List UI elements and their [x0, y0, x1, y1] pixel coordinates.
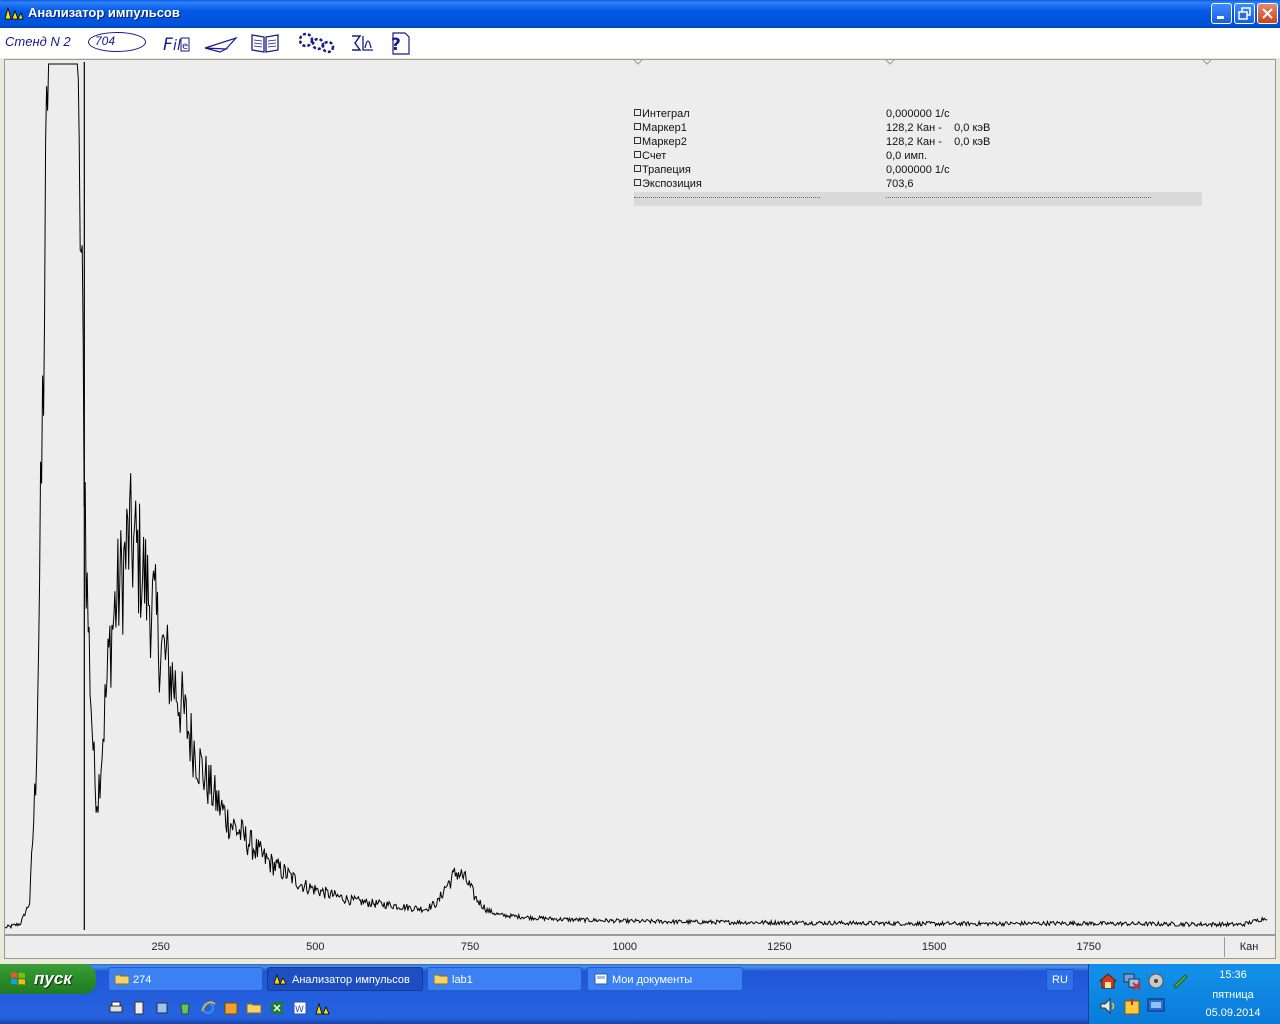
taskbar-button-label: Анализатор импульсов [292, 974, 410, 986]
info-separator [634, 192, 1202, 206]
warning-shield-icon[interactable] [1123, 997, 1141, 1015]
close-icon [1262, 8, 1273, 19]
stand-label: Стенд N 2 [5, 34, 71, 49]
app-icon [4, 6, 24, 20]
taskbar-button[interactable]: Анализатор импульсов [267, 967, 423, 991]
mobile-device-icon[interactable] [154, 1000, 170, 1016]
system-tray: 15:36 пятница 05.09.2014 [1088, 964, 1280, 1024]
svg-text:W: W [295, 1005, 304, 1015]
info-row-name: Экспозиция [634, 178, 702, 190]
x-axis-unit: Кан [1224, 937, 1273, 957]
info-row[interactable]: Маркер1 128,2 Кан - 0,0 кэВ [634, 122, 1202, 136]
column-marker[interactable] [885, 60, 895, 65]
column-marker[interactable] [1202, 60, 1212, 65]
display-settings-icon[interactable] [1147, 997, 1165, 1015]
info-row-name: Маркер2 [634, 136, 687, 148]
info-row-name: Счет [634, 150, 666, 162]
folder-icon [115, 974, 129, 985]
info-row-name: Интеграл [634, 108, 690, 120]
clock-date: 05.09.2014 [1205, 1007, 1261, 1019]
printer-icon[interactable] [108, 1000, 124, 1016]
column-marker[interactable] [633, 60, 643, 65]
taskbar-button[interactable]: 274 [108, 967, 263, 991]
clock-day: пятница [1212, 989, 1254, 1001]
file-icon[interactable]: F i l e [162, 30, 190, 56]
x-tick-label: 1750 [1076, 941, 1101, 953]
pulse-analyzer-icon[interactable] [315, 1000, 331, 1016]
window-title: Анализатор импульсов [28, 5, 180, 20]
info-row-name: Трапеция [634, 164, 691, 176]
clock-time[interactable]: 15:36 [1201, 969, 1265, 981]
info-row-value: 128,2 Кан - 0,0 кэВ [886, 136, 991, 148]
info-row-value: 0,0 имп. [886, 150, 928, 162]
restore-button[interactable] [1234, 3, 1255, 24]
word-icon[interactable]: W [292, 1000, 308, 1016]
title-bar: Анализатор импульсов [0, 0, 1280, 28]
network-disconnected-icon[interactable] [1123, 972, 1141, 990]
documents-icon [594, 973, 608, 985]
gears-icon[interactable] [296, 30, 336, 56]
close-button[interactable] [1257, 3, 1278, 24]
info-row-value: 0,000000 1/с [886, 108, 950, 120]
folder-icon[interactable] [246, 1000, 262, 1016]
volume-icon[interactable] [1099, 997, 1117, 1015]
info-row[interactable]: Экспозиция 703,6 [634, 178, 1202, 192]
counter-button[interactable]: 704 [88, 32, 146, 52]
x-tick-label: 1500 [921, 941, 947, 953]
home-network-icon[interactable] [1099, 972, 1117, 990]
taskbar-button-label: 274 [133, 974, 152, 986]
phone-icon[interactable] [131, 1000, 147, 1016]
info-panel: Интеграл 0,000000 1/с Маркер1 128,2 Кан - 0… [634, 108, 1202, 206]
x-axis: Кан 250 500 750 1000 1250 1500 1750 [4, 935, 1276, 959]
windows-logo-icon [11, 972, 25, 985]
taskbar: пуск 274 Анализатор импульсов lab1 Мои доку… [0, 964, 1280, 1024]
info-row-value: 703,6 [886, 178, 914, 190]
svg-text:l: l [177, 38, 181, 54]
x-tick-label: 1250 [767, 941, 792, 953]
language-indicator[interactable]: RU [1046, 969, 1074, 991]
office-icon[interactable] [223, 1000, 239, 1016]
svg-text:?: ? [391, 35, 401, 55]
info-row[interactable]: Интеграл 0,000000 1/с [634, 108, 1202, 122]
taskbar-button[interactable]: Мои документы [587, 967, 743, 991]
info-row-value: 128,2 Кан - 0,0 кэВ [886, 122, 991, 134]
info-row[interactable]: Счет 0,0 имп. [634, 150, 1202, 164]
start-label: пуск [34, 969, 72, 988]
svg-text:F: F [163, 35, 173, 55]
x-tick-label: 1000 [612, 941, 637, 953]
plane-icon[interactable] [204, 30, 238, 56]
speaker-drive-icon[interactable] [1147, 972, 1165, 990]
minimize-button[interactable] [1211, 3, 1232, 24]
x-tick-label: 500 [306, 941, 325, 953]
svg-text:e: e [182, 41, 188, 52]
x-tick-label: 250 [151, 941, 170, 953]
usb-device-icon[interactable] [1171, 972, 1189, 990]
sigma-chart-icon[interactable] [349, 30, 377, 56]
folder-icon [434, 974, 448, 985]
info-row[interactable]: Маркер2 128,2 Кан - 0,0 кэВ [634, 136, 1202, 150]
start-button[interactable]: пуск [0, 964, 96, 994]
minimize-icon [1217, 16, 1224, 19]
info-row-value: 0,000000 1/с [886, 164, 950, 176]
info-row[interactable]: Трапеция 0,000000 1/с [634, 164, 1202, 178]
restore-icon [1238, 7, 1251, 20]
excel-icon[interactable] [269, 1000, 285, 1016]
info-row-name: Маркер1 [634, 122, 687, 134]
taskbar-button-label: Мои документы [612, 974, 693, 986]
internet-explorer-icon[interactable] [200, 1000, 216, 1016]
x-tick-label: 750 [460, 941, 480, 953]
help-icon[interactable]: ? [385, 30, 413, 56]
taskbar-button-label: lab1 [452, 974, 473, 986]
toolbar: Стенд N 2 704 F i l e ? [0, 28, 1280, 58]
recycle-bin-icon[interactable] [177, 1000, 193, 1016]
taskbar-button[interactable]: lab1 [427, 967, 582, 991]
book-icon[interactable] [250, 30, 280, 56]
app-icon [274, 973, 287, 985]
